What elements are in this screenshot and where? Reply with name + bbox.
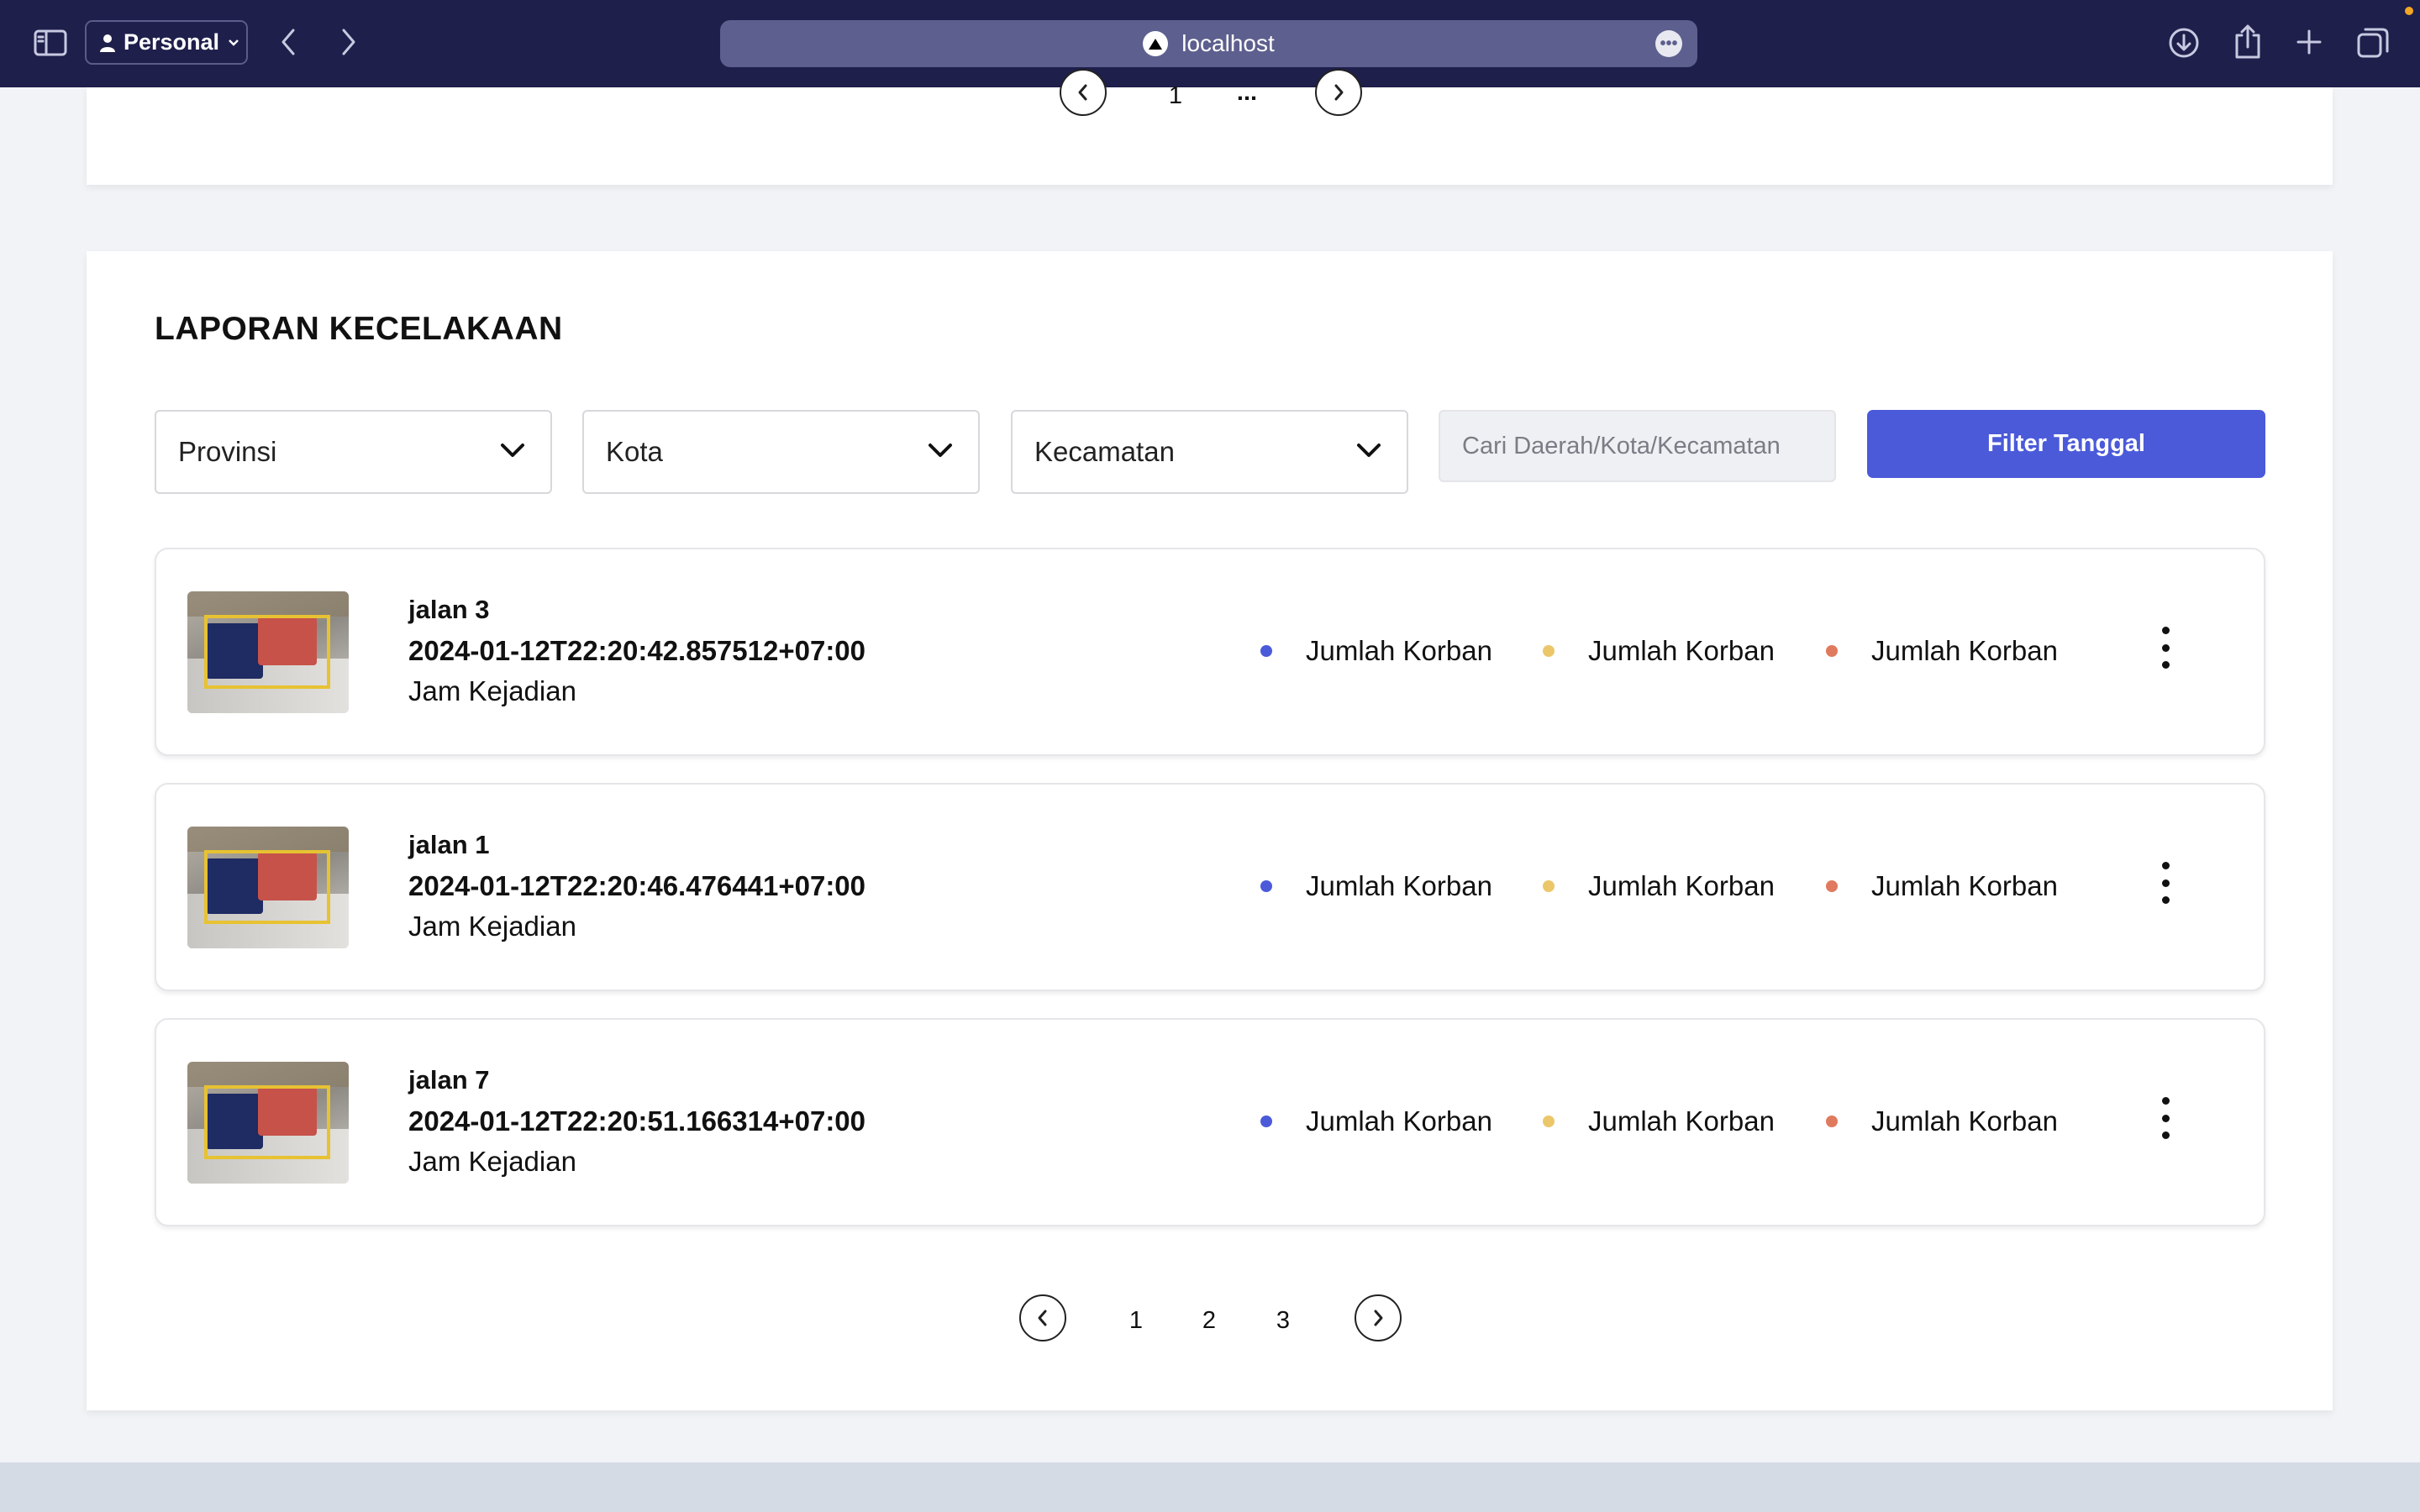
stat-item: Jumlah Korban xyxy=(1543,870,1775,902)
stat-item: Jumlah Korban xyxy=(1543,635,1775,667)
more-options-icon[interactable] xyxy=(2155,627,2175,669)
page-number[interactable]: 1 xyxy=(1119,1307,1153,1335)
chevron-left-icon xyxy=(1038,1310,1047,1326)
status-dot xyxy=(1260,1116,1272,1127)
stat-label: Jumlah Korban xyxy=(1871,870,2058,901)
stat-item: Jumlah Korban xyxy=(1543,1105,1775,1137)
stat-label: Jumlah Korban xyxy=(1588,635,1775,666)
filter-date-button[interactable]: Filter Tanggal xyxy=(1867,410,2265,478)
status-dot xyxy=(1543,880,1555,892)
site-logo-icon xyxy=(1143,31,1169,56)
chevron-down-icon xyxy=(1357,444,1381,457)
provinsi-select[interactable]: Provinsi xyxy=(155,410,552,494)
next-page-button[interactable] xyxy=(1315,69,1362,116)
accident-report-card: LAPORAN KECELAKAAN Provinsi Kota Kecamat… xyxy=(87,251,2333,1410)
stat-label: Jumlah Korban xyxy=(1588,1105,1775,1137)
back-icon[interactable] xyxy=(274,25,302,59)
page-footer xyxy=(0,1462,2420,1512)
pagination-ellipsis: ... xyxy=(1236,79,1258,106)
kota-select-label: Kota xyxy=(606,436,663,467)
stat-label: Jumlah Korban xyxy=(1306,1105,1492,1137)
stat-label: Jumlah Korban xyxy=(1306,870,1492,901)
accident-thumbnail xyxy=(187,591,349,713)
report-timestamp: 2024-01-12T22:20:51.166314+07:00 xyxy=(408,1105,866,1137)
page-number[interactable]: 3 xyxy=(1266,1307,1300,1335)
chevron-right-icon xyxy=(1334,84,1344,101)
page-number[interactable]: 2 xyxy=(1192,1307,1226,1335)
report-subtitle: Jam Kejadian xyxy=(408,1146,576,1177)
section-title: LAPORAN KECELAKAAN xyxy=(155,311,563,347)
status-dot xyxy=(1260,645,1272,657)
kota-select[interactable]: Kota xyxy=(582,410,980,494)
more-options-icon[interactable] xyxy=(2155,862,2175,904)
stat-item: Jumlah Korban xyxy=(1826,635,2058,667)
provinsi-select-label: Provinsi xyxy=(178,436,277,467)
status-dot xyxy=(1826,1116,1838,1127)
status-dot xyxy=(1826,645,1838,657)
prev-page-button[interactable] xyxy=(1060,69,1107,116)
accident-thumbnail xyxy=(187,827,349,948)
accident-thumbnail xyxy=(187,1062,349,1184)
next-page-button[interactable] xyxy=(1355,1294,1402,1341)
url-text: localhost xyxy=(1181,30,1275,56)
stat-item: Jumlah Korban xyxy=(1826,1105,2058,1137)
chevron-left-icon xyxy=(1078,84,1087,101)
status-dot xyxy=(1543,1116,1555,1127)
stat-label: Jumlah Korban xyxy=(1871,635,2058,666)
status-dot xyxy=(1826,880,1838,892)
new-tab-icon[interactable] xyxy=(2292,25,2326,59)
stat-label: Jumlah Korban xyxy=(1871,1105,2058,1137)
chevron-down-icon xyxy=(929,444,952,457)
stat-item: Jumlah Korban xyxy=(1260,1105,1492,1137)
more-icon[interactable]: ••• xyxy=(1655,30,1682,57)
person-icon xyxy=(100,34,115,52)
kecamatan-select[interactable]: Kecamatan xyxy=(1011,410,1408,494)
report-subtitle: Jam Kejadian xyxy=(408,911,576,942)
report-location: jalan 7 xyxy=(408,1065,490,1095)
prev-page-button[interactable] xyxy=(1019,1294,1066,1341)
status-dot xyxy=(1543,645,1555,657)
address-bar[interactable]: localhost ••• xyxy=(720,20,1697,67)
status-dot xyxy=(1260,880,1272,892)
recording-indicator xyxy=(2405,7,2413,15)
report-timestamp: 2024-01-12T22:20:46.476441+07:00 xyxy=(408,870,866,901)
browser-toolbar: Personal localhost ••• xyxy=(0,0,2420,87)
sidebar-icon[interactable] xyxy=(32,27,69,59)
report-subtitle: Jam Kejadian xyxy=(408,675,576,706)
stat-item: Jumlah Korban xyxy=(1826,870,2058,902)
report-row[interactable]: jalan 3 2024-01-12T22:20:42.857512+07:00… xyxy=(155,548,2265,756)
report-timestamp: 2024-01-12T22:20:42.857512+07:00 xyxy=(408,635,866,666)
search-input[interactable] xyxy=(1439,410,1836,482)
page-number[interactable]: 1 xyxy=(1159,82,1192,110)
tabs-overview-icon[interactable] xyxy=(2354,24,2391,60)
chevron-down-icon xyxy=(501,444,524,457)
download-icon[interactable] xyxy=(2166,25,2202,60)
profile-button[interactable]: Personal xyxy=(85,20,248,65)
more-options-icon[interactable] xyxy=(2155,1097,2175,1139)
stat-label: Jumlah Korban xyxy=(1588,870,1775,901)
report-location: jalan 3 xyxy=(408,595,490,624)
profile-label: Personal xyxy=(124,29,220,55)
report-row[interactable]: jalan 1 2024-01-12T22:20:46.476441+07:00… xyxy=(155,783,2265,991)
stat-item: Jumlah Korban xyxy=(1260,870,1492,902)
previous-section-card: 1 ... xyxy=(87,69,2333,185)
chevron-right-icon xyxy=(1374,1310,1383,1326)
share-icon[interactable] xyxy=(2230,22,2265,60)
kecamatan-select-label: Kecamatan xyxy=(1034,436,1175,467)
forward-icon[interactable] xyxy=(334,25,363,59)
stat-item: Jumlah Korban xyxy=(1260,635,1492,667)
report-location: jalan 1 xyxy=(408,830,490,859)
report-row[interactable]: jalan 7 2024-01-12T22:20:51.166314+07:00… xyxy=(155,1018,2265,1226)
stat-label: Jumlah Korban xyxy=(1306,635,1492,666)
chevron-down-icon xyxy=(229,39,239,46)
